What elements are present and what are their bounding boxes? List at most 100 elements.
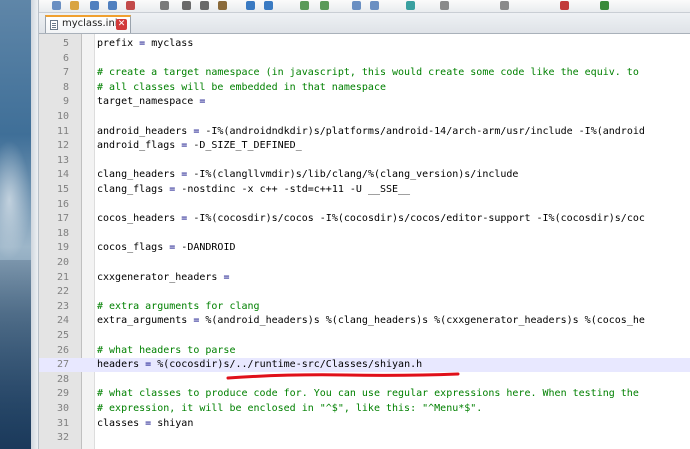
- code-line: 5 prefix = myclass: [39, 37, 690, 51]
- line-number: 6: [62, 52, 69, 64]
- macro-record-icon[interactable]: [560, 1, 569, 10]
- code-line: 22: [39, 285, 690, 299]
- code-line: 19 cocos_flags = -DANDROID: [39, 241, 690, 255]
- code-text: cxxgenerator_headers =: [97, 271, 230, 283]
- line-number: 20: [56, 257, 69, 268]
- comment-text: # create a target namespace (in javascri…: [97, 67, 639, 79]
- save-all-icon[interactable]: [108, 1, 117, 10]
- code-line: 17 cocos_headers = -I%(cocosdir)s/cocos -…: [39, 212, 690, 226]
- copy-icon[interactable]: [200, 1, 209, 10]
- line-number: 12: [56, 140, 69, 152]
- line-number: 19: [56, 242, 69, 254]
- line-number: 23: [56, 300, 69, 312]
- line-number: 10: [56, 111, 69, 122]
- code-line: 16: [39, 198, 690, 212]
- line-number: 27: [56, 359, 69, 371]
- line-number: 16: [56, 198, 69, 210]
- undo-icon[interactable]: [246, 1, 255, 10]
- line-number: 17: [56, 213, 69, 225]
- code-line: 14 clang_headers = -I%(clangllvmdir)s/lib…: [39, 168, 690, 182]
- line-number: 25: [56, 330, 69, 341]
- code-line: 6: [39, 52, 690, 66]
- code-line: 7 # create a target namespace (in javascr…: [39, 66, 690, 80]
- code-line: 9 target_namespace =: [39, 95, 690, 109]
- code-line: 10: [39, 110, 690, 124]
- line-number: 26: [56, 344, 69, 356]
- code-line: 24 extra_arguments = %(android_headers)s …: [39, 314, 690, 328]
- close-icon[interactable]: [126, 1, 135, 10]
- code-line: 32: [39, 431, 690, 445]
- code-line: 25: [39, 329, 690, 343]
- comment-text: # expression, it will be enclosed in "^$…: [97, 403, 483, 414]
- code-line: 18: [39, 227, 690, 241]
- code-line: 8 # all classes will be embedded in that …: [39, 81, 690, 95]
- code-line: 15 clang_flags = -nostdinc -x c++ -std=c+…: [39, 183, 690, 197]
- open-icon[interactable]: [70, 1, 79, 10]
- find-icon[interactable]: [300, 1, 309, 10]
- code-line: 29 # what classes to produce code for. Yo…: [39, 387, 690, 401]
- code-line: 23 # extra arguments for clang: [39, 300, 690, 314]
- code-line: 20: [39, 256, 690, 270]
- code-text: android_flags = -D_SIZE_T_DEFINED_: [97, 140, 302, 152]
- save-icon[interactable]: [90, 1, 99, 10]
- red-underline-annotation: [226, 372, 460, 380]
- code-text: clang_flags = -nostdinc -x c++ -std=c++1…: [97, 184, 411, 195]
- line-number: 24: [56, 315, 69, 327]
- comment-text: # what classes to produce code for. You …: [97, 388, 639, 400]
- line-number: 30: [56, 403, 69, 414]
- line-number: 28: [56, 373, 69, 385]
- macro-play-icon[interactable]: [600, 1, 609, 10]
- code-text: clang_headers = -I%(clangllvmdir)s/lib/c…: [97, 169, 519, 181]
- line-number: 32: [56, 432, 69, 444]
- cut-icon[interactable]: [182, 1, 191, 10]
- code-text: cocos_flags = -DANDROID: [97, 242, 236, 254]
- close-tab-icon[interactable]: ✕: [116, 19, 127, 30]
- code-text: classes = shiyan: [97, 417, 194, 429]
- line-number: 9: [62, 96, 69, 108]
- line-number: 18: [56, 227, 69, 239]
- indent-guide-icon[interactable]: [500, 1, 509, 10]
- line-number: 5: [62, 38, 69, 49]
- code-text: cocos_headers = -I%(cocosdir)s/cocos -I%…: [97, 213, 645, 225]
- replace-icon[interactable]: [320, 1, 329, 10]
- code-line: 11 android_headers = -I%(androidndkdir)s/…: [39, 125, 690, 139]
- line-number: 14: [56, 169, 69, 181]
- line-number: 13: [56, 154, 69, 166]
- zoom-in-icon[interactable]: [352, 1, 361, 10]
- redo-icon[interactable]: [264, 1, 273, 10]
- code-line: 30 # expression, it will be enclosed in "…: [39, 402, 690, 416]
- paste-icon[interactable]: [218, 1, 227, 10]
- toolbar: [39, 0, 690, 13]
- comment-text: # extra arguments for clang: [97, 300, 260, 312]
- code-line: 21 cxxgenerator_headers =: [39, 271, 690, 285]
- comment-text: # what headers to parse: [97, 344, 236, 356]
- line-number: 22: [56, 286, 69, 298]
- zoom-out-icon[interactable]: [370, 1, 379, 10]
- file-icon: [50, 20, 58, 30]
- line-number: 31: [56, 417, 69, 429]
- new-file-icon[interactable]: [52, 1, 61, 10]
- code-text: target_namespace =: [97, 96, 206, 108]
- line-number: 21: [56, 271, 69, 283]
- line-number: 29: [56, 388, 69, 400]
- window-border: [31, 0, 39, 449]
- line-number: 8: [62, 81, 69, 93]
- code-text: prefix = myclass: [97, 38, 194, 49]
- code-line: 31 classes = shiyan: [39, 417, 690, 431]
- code-text: android_headers = -I%(androidndkdir)s/pl…: [97, 125, 645, 137]
- code-line: 12 android_flags = -D_SIZE_T_DEFINED_: [39, 139, 690, 153]
- wrap-icon[interactable]: [440, 1, 449, 10]
- line-number: 7: [62, 67, 69, 79]
- tab-label: myclass.ini: [62, 18, 118, 29]
- code-text: extra_arguments = %(android_headers)s %(…: [97, 315, 645, 327]
- line-number: 15: [56, 184, 69, 195]
- tab-bar: myclass.ini ✕: [39, 13, 690, 34]
- print-icon[interactable]: [160, 1, 169, 10]
- tab-myclass-ini[interactable]: myclass.ini ✕: [45, 15, 131, 33]
- comment-text: # all classes will be embedded in that n…: [97, 81, 386, 93]
- line-number: 11: [56, 125, 69, 137]
- code-line: 13: [39, 154, 690, 168]
- code-line: 26 # what headers to parse: [39, 344, 690, 358]
- code-editor[interactable]: 5 prefix = myclass 6 7 # create a target nam…: [39, 34, 690, 449]
- sync-icon[interactable]: [406, 1, 415, 10]
